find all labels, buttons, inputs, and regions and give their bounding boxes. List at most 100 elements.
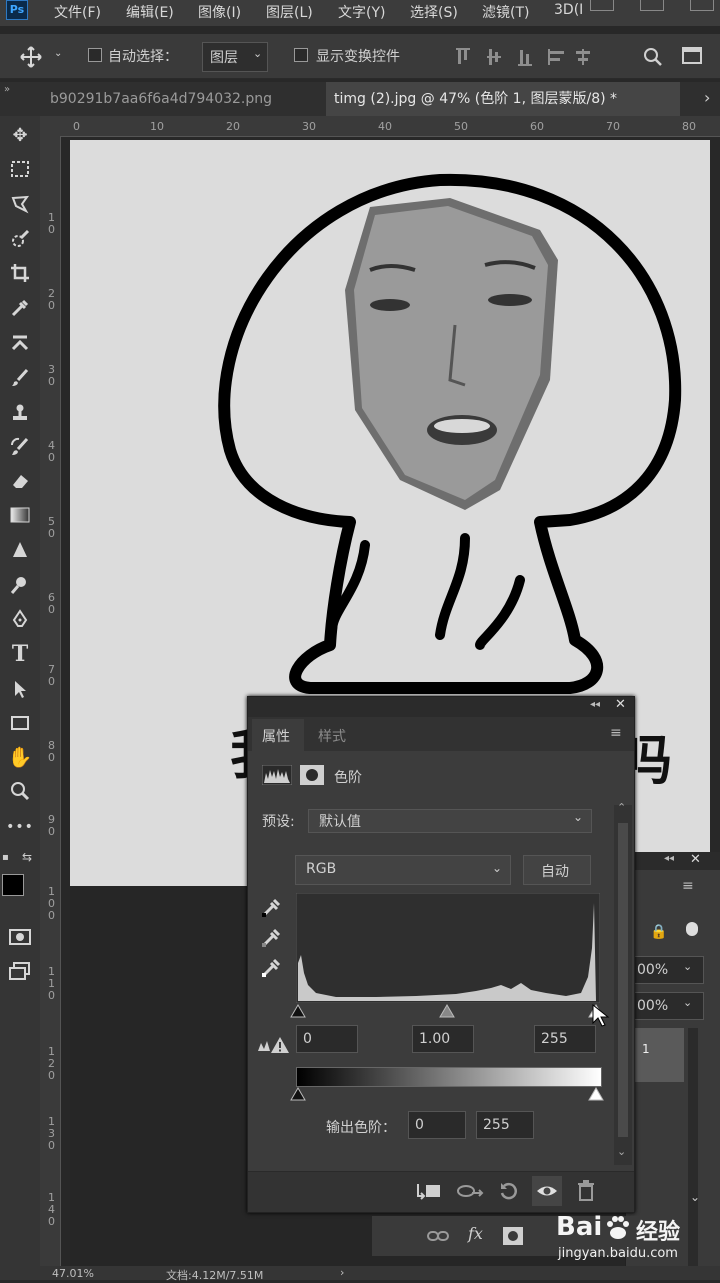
- input-white-field[interactable]: 255: [534, 1025, 596, 1053]
- channel-dropdown[interactable]: RGB ⌄: [295, 855, 511, 885]
- brush-icon[interactable]: [7, 365, 33, 391]
- quick-select-icon[interactable]: [7, 226, 33, 252]
- properties-footer: [248, 1171, 634, 1212]
- add-mask-icon[interactable]: [502, 1226, 524, 1246]
- visibility-toggle[interactable]: [532, 1176, 562, 1206]
- white-point-eyedropper-icon[interactable]: [260, 955, 284, 979]
- menu-filter[interactable]: 滤镜(T): [482, 2, 529, 22]
- lasso-icon[interactable]: [7, 191, 33, 217]
- auto-select-checkbox[interactable]: [88, 48, 102, 62]
- screen-mode-icon[interactable]: [7, 958, 33, 984]
- output-black-field[interactable]: 0: [408, 1111, 466, 1139]
- menu-edit[interactable]: 编辑(E): [126, 2, 174, 22]
- default-colors-icon[interactable]: ▪: [2, 852, 9, 863]
- view-previous-icon[interactable]: [456, 1180, 484, 1202]
- close-icon[interactable]: ✕: [615, 697, 626, 712]
- collapse-icon[interactable]: ◂◂: [590, 699, 600, 710]
- minimize-button[interactable]: [590, 0, 614, 11]
- chevron-down-icon[interactable]: ⌄: [683, 960, 692, 973]
- gray-point-eyedropper-icon[interactable]: [260, 925, 284, 949]
- ruler-label: 2 0: [48, 287, 55, 312]
- ruler-label: 20: [226, 120, 240, 133]
- ruler-label: 1 0 0: [48, 885, 55, 922]
- fx-icon[interactable]: fx: [468, 1224, 483, 1243]
- layer-mask-icon[interactable]: [300, 765, 324, 785]
- reset-icon[interactable]: [498, 1180, 520, 1202]
- auto-button[interactable]: 自动: [523, 855, 591, 885]
- healing-icon[interactable]: [7, 330, 33, 356]
- scroll-thumb[interactable]: [618, 823, 628, 1137]
- layer-row-selected[interactable]: 1: [634, 1028, 684, 1082]
- toggle-icon[interactable]: [686, 922, 698, 936]
- input-black-field[interactable]: 0: [296, 1025, 358, 1053]
- marquee-icon[interactable]: [7, 156, 33, 182]
- input-slider[interactable]: [290, 1003, 606, 1019]
- foreground-color-swatch[interactable]: [2, 874, 24, 896]
- gradient-icon[interactable]: [7, 502, 33, 528]
- maximize-button[interactable]: [640, 0, 664, 11]
- collapse-icon[interactable]: ◂◂: [664, 853, 674, 864]
- output-white-field[interactable]: 255: [476, 1111, 534, 1139]
- auto-select-dropdown[interactable]: 图层 ⌄: [202, 42, 268, 72]
- input-gamma-field[interactable]: 1.00: [412, 1025, 474, 1053]
- scroll-down-icon[interactable]: ⌄: [617, 1145, 626, 1158]
- move-tool-icon[interactable]: [20, 46, 42, 68]
- link-layers-icon[interactable]: [426, 1226, 450, 1246]
- output-slider[interactable]: [290, 1086, 606, 1102]
- type-icon[interactable]: T: [7, 641, 33, 667]
- rectangle-icon[interactable]: [7, 710, 33, 736]
- pen-icon[interactable]: [7, 606, 33, 632]
- status-arrow-icon[interactable]: ›: [340, 1266, 344, 1279]
- tab-timg-2[interactable]: timg (2).jpg @ 47% (色阶 1, 图层蒙版/8) *: [326, 82, 680, 116]
- tab-styles[interactable]: 样式: [306, 719, 360, 751]
- workspace-icon[interactable]: [680, 44, 704, 68]
- tab-scroll-arrow-icon[interactable]: ›: [704, 88, 710, 107]
- menu-file[interactable]: 文件(F): [54, 2, 101, 22]
- scroll-down-icon[interactable]: ⌄: [690, 1190, 700, 1204]
- path-select-icon[interactable]: [7, 676, 33, 702]
- chevron-down-icon[interactable]: ⌄: [54, 48, 62, 59]
- zoom-icon[interactable]: [7, 778, 33, 804]
- quick-mask-icon[interactable]: [7, 924, 33, 950]
- history-brush-icon[interactable]: [7, 434, 33, 460]
- collapse-arrows-icon[interactable]: »: [4, 84, 10, 95]
- fill-field[interactable]: 00%: [632, 992, 704, 1020]
- chevron-down-icon[interactable]: ⌄: [683, 996, 692, 1009]
- trash-icon[interactable]: [576, 1180, 596, 1202]
- dodge-icon[interactable]: [7, 572, 33, 598]
- preset-dropdown[interactable]: 默认值 ⌄: [308, 809, 592, 833]
- tab-b90291b7[interactable]: b90291b7aa6f6a4d794032.png: [42, 82, 322, 116]
- crop-icon[interactable]: [7, 260, 33, 286]
- scroll-up-icon[interactable]: ⌃: [617, 801, 626, 814]
- panel-menu-icon[interactable]: ≡: [610, 725, 622, 741]
- opacity-field[interactable]: 00%: [632, 956, 704, 984]
- ruler-label: 4 0: [48, 439, 55, 464]
- more-icon[interactable]: •••: [6, 814, 33, 840]
- tab-properties[interactable]: 属性: [252, 719, 304, 751]
- swap-colors-icon[interactable]: ⇆: [22, 850, 32, 864]
- close-icon[interactable]: ✕: [690, 852, 701, 867]
- move-icon[interactable]: ✥: [7, 122, 33, 148]
- eraser-icon[interactable]: [7, 468, 33, 494]
- menu-3d[interactable]: 3D(I: [554, 2, 583, 18]
- sharpen-icon[interactable]: [7, 537, 33, 563]
- menu-image[interactable]: 图像(I): [198, 2, 241, 22]
- clip-to-layer-icon[interactable]: [416, 1180, 442, 1202]
- output-gradient-bar: [296, 1067, 602, 1087]
- align-icons[interactable]: [452, 46, 638, 68]
- menu-select[interactable]: 选择(S): [410, 2, 458, 22]
- stamp-icon[interactable]: [7, 400, 33, 426]
- properties-scrollbar[interactable]: ⌃ ⌄: [614, 801, 632, 1165]
- panel-menu-icon[interactable]: ≡: [682, 878, 694, 894]
- close-window-button[interactable]: [690, 0, 714, 11]
- black-point-eyedropper-icon[interactable]: [260, 895, 284, 919]
- eyedropper-icon[interactable]: [7, 295, 33, 321]
- lock-icon[interactable]: 🔒: [650, 924, 667, 940]
- clipping-warning-icon[interactable]: [256, 1035, 290, 1055]
- menu-layer[interactable]: 图层(L): [266, 2, 313, 22]
- show-transform-checkbox[interactable]: [294, 48, 308, 62]
- zoom-level[interactable]: 47.01%: [52, 1267, 94, 1280]
- menu-type[interactable]: 文字(Y): [338, 2, 385, 22]
- hand-icon[interactable]: ✋: [7, 744, 33, 770]
- search-icon[interactable]: [642, 46, 664, 68]
